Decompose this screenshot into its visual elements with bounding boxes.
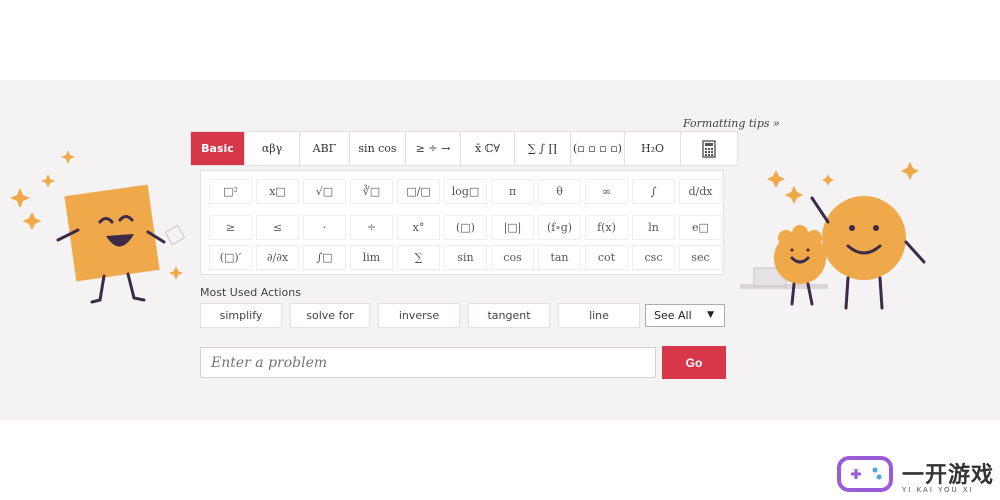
keypad-key[interactable]: csc (632, 245, 675, 270)
sparkle-icon (767, 170, 785, 188)
sparkle-icon (169, 266, 183, 280)
most-used-actions: simplify solve for inverse tangent line (200, 303, 640, 328)
keypad-key[interactable]: tan (538, 245, 581, 270)
keypad-key[interactable]: θ (538, 179, 581, 204)
action-inverse-button[interactable]: inverse (378, 303, 460, 328)
watermark-subtitle: YI KAI YOU XI (902, 486, 974, 494)
formatting-tips-link[interactable]: Formatting tips » (683, 117, 780, 130)
tab-calculus[interactable]: ∑ ∫ ∏ (515, 132, 571, 165)
tab-matrix[interactable]: (▫ ▫ ▫ ▫) (571, 132, 625, 165)
keypad-key[interactable]: ∛□ (350, 179, 393, 204)
keypad-key[interactable]: ∞ (585, 179, 628, 204)
keypad-key[interactable]: f(x) (585, 215, 628, 240)
tab-greek-lower[interactable]: αβγ (245, 132, 300, 165)
keypad-row: □² x□ √□ ∛□ □/□ log□ π θ ∞ ∫ d/dx (209, 179, 722, 204)
action-simplify-button[interactable]: simplify (200, 303, 282, 328)
keypad-key[interactable]: ∑ (397, 245, 440, 270)
action-solve-for-button[interactable]: solve for (290, 303, 370, 328)
keypad-key[interactable]: ÷ (350, 215, 393, 240)
sparkle-icon (10, 188, 30, 208)
symbol-palette: □² x□ √□ ∛□ □/□ log□ π θ ∞ ∫ d/dx ≥ ≤ · ÷ x° (□) |□| (f∘g… (200, 170, 724, 275)
keypad-key[interactable]: lim (350, 245, 393, 270)
keypad-key[interactable]: ∂/∂x (256, 245, 299, 270)
keypad-key[interactable]: ≤ (256, 215, 299, 240)
keypad-key[interactable]: e□ (679, 215, 722, 240)
sparkle-icon (41, 174, 55, 188)
keypad-key[interactable]: ln (632, 215, 675, 240)
go-button[interactable]: Go (662, 346, 726, 379)
tab-chemistry[interactable]: H₂O (625, 132, 681, 165)
keypad-key[interactable]: ≥ (209, 215, 252, 240)
right-mascots-illustration (740, 162, 926, 310)
problem-input[interactable] (200, 347, 656, 378)
keypad-key[interactable]: d/dx (679, 179, 722, 204)
tab-operators[interactable]: ≥ ÷ → (406, 132, 461, 165)
keypad-tabs: Basic αβγ ΑΒΓ sin cos ≥ ÷ → x̄ ℂ∀ ∑ ∫ ∏ … (190, 131, 738, 166)
keypad-key[interactable]: cot (585, 245, 628, 270)
keypad-key[interactable]: sec (679, 245, 722, 270)
tab-sets[interactable]: x̄ ℂ∀ (461, 132, 515, 165)
tab-greek-upper[interactable]: ΑΒΓ (300, 132, 350, 165)
most-used-actions-label: Most Used Actions (200, 286, 301, 299)
keypad-key[interactable]: (f∘g) (538, 215, 581, 240)
keypad-key[interactable]: cos (491, 245, 534, 270)
keypad-key[interactable]: x° (397, 215, 440, 240)
sparkle-icon (901, 162, 919, 180)
keypad-key[interactable]: □² (209, 179, 252, 204)
action-line-button[interactable]: line (558, 303, 640, 328)
sparkle-icon (23, 212, 41, 230)
keypad-key[interactable]: sin (444, 245, 487, 270)
left-mascot-illustration (10, 150, 186, 304)
watermark-title: 一开游戏 (902, 463, 995, 488)
keypad-key[interactable]: (□) (444, 215, 487, 240)
keypad-key[interactable]: □/□ (397, 179, 440, 204)
sparkle-icon (822, 174, 834, 186)
keypad-key[interactable]: ∫□ (303, 245, 346, 270)
keypad-key[interactable]: · (303, 215, 346, 240)
keypad-row: (□)′ ∂/∂x ∫□ lim ∑ sin cos tan cot csc sec (209, 245, 722, 270)
keypad-row: ≥ ≤ · ÷ x° (□) |□| (f∘g) f(x) ln e□ (209, 215, 722, 240)
keypad-key[interactable]: |□| (491, 215, 534, 240)
tab-basic[interactable]: Basic (191, 132, 245, 165)
action-tangent-button[interactable]: tangent (468, 303, 550, 328)
calculator-icon (702, 139, 716, 158)
sparkle-icon (61, 150, 75, 164)
keypad-key[interactable]: (□)′ (209, 245, 252, 270)
caret-down-icon: ▼ (707, 310, 714, 320)
keypad-key[interactable]: √□ (303, 179, 346, 204)
keypad-key[interactable]: ∫ (632, 179, 675, 204)
see-all-label: See All (654, 309, 692, 322)
keypad-key[interactable]: log□ (444, 179, 487, 204)
keypad-key[interactable]: π (491, 179, 534, 204)
keypad-key[interactable]: x□ (256, 179, 299, 204)
tab-trig[interactable]: sin cos (350, 132, 406, 165)
sparkle-icon (785, 186, 803, 204)
watermark-logo (837, 456, 893, 492)
see-all-dropdown[interactable]: See All ▼ (645, 304, 725, 327)
tab-calculator[interactable] (681, 132, 737, 165)
